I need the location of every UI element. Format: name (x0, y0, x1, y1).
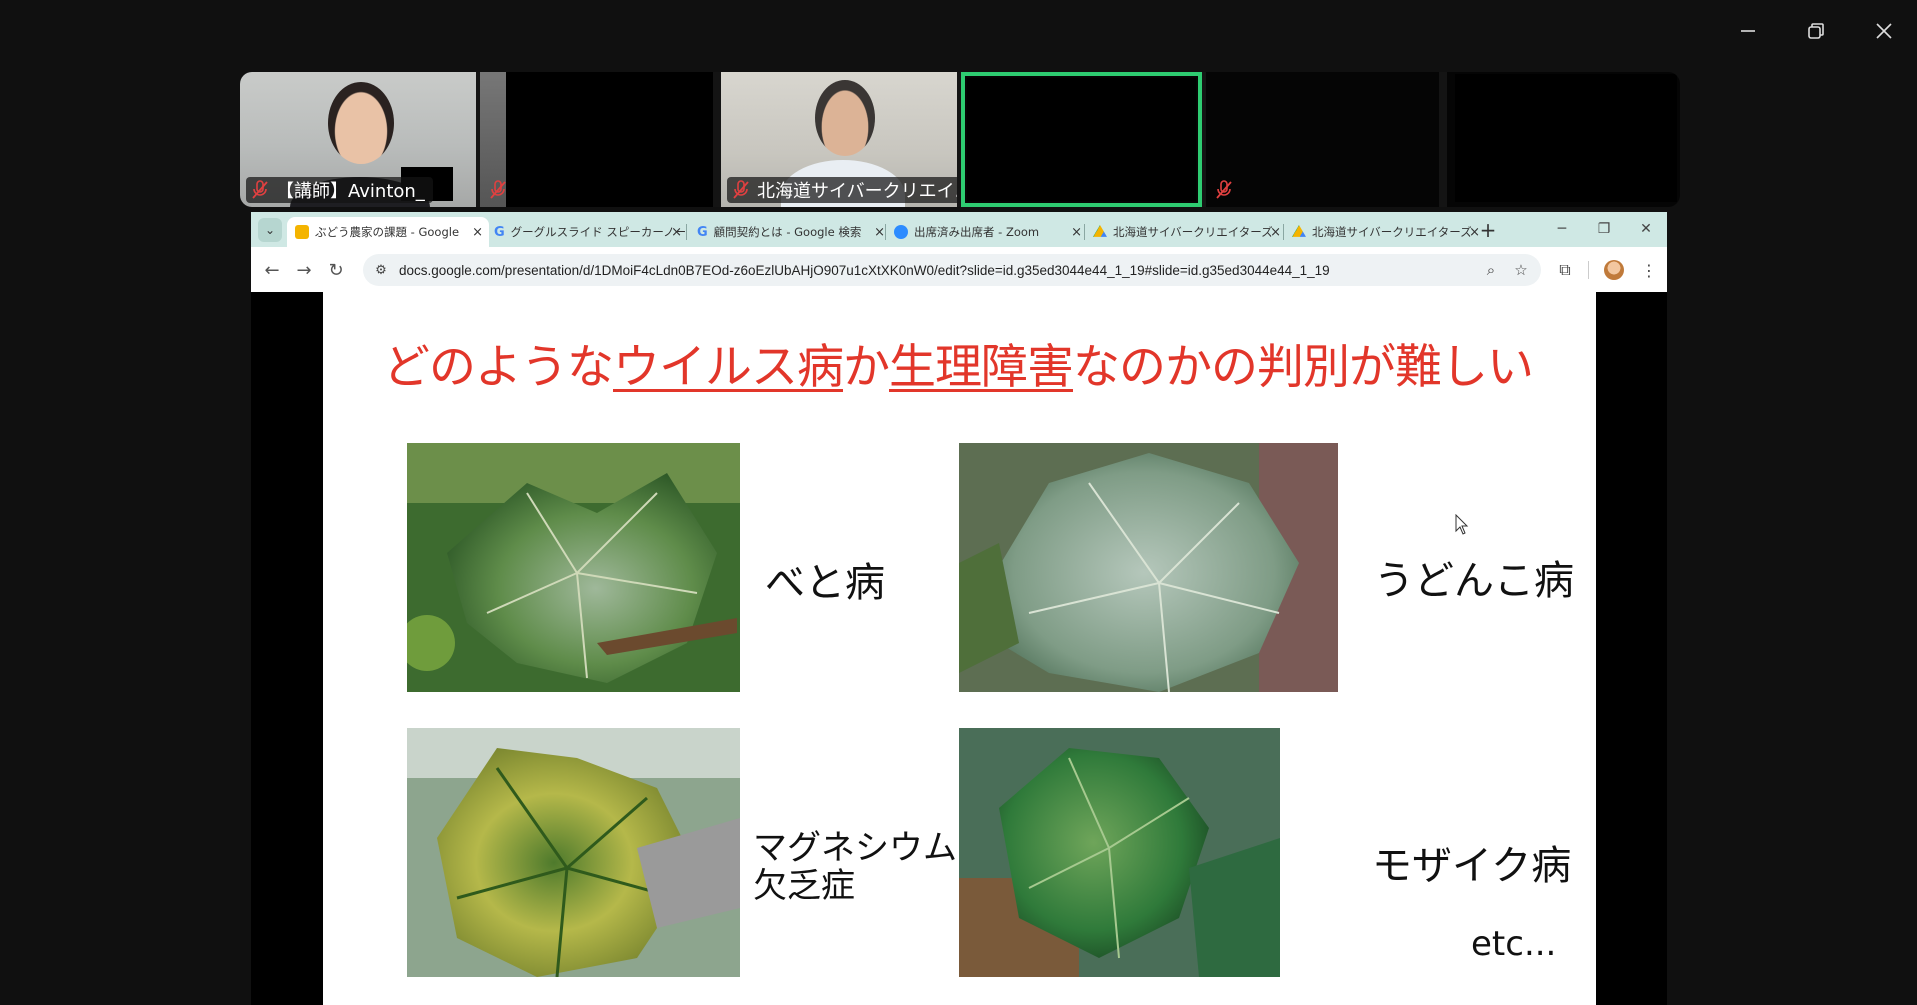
slide: どのようなウイルス病か生理障害なのかの判別が難しい べと病 うどんこ病 マグネシ… (323, 292, 1596, 1005)
window-restore-button[interactable] (1796, 14, 1836, 48)
tab-title: ぶどう農家の課題 - Google (315, 225, 460, 239)
browser-menu-button[interactable]: ⋮ (1636, 257, 1662, 283)
participant-tile[interactable]: 北海道サイバークリエイ... (721, 72, 957, 207)
title-part: なのかの判別が難しい (1073, 340, 1534, 395)
minimize-icon (1741, 30, 1755, 32)
address-bar[interactable]: ⚙ docs.google.com/presentation/d/1DMoiF4… (363, 254, 1541, 286)
mosaic-disease-photo (959, 728, 1280, 977)
participant-tile[interactable] (1447, 72, 1680, 207)
arrow-left-icon: ← (264, 259, 280, 281)
participant-name: 【講師】Avinton_ (276, 181, 425, 202)
tab-search-button[interactable]: ⌄ (258, 218, 282, 242)
kebab-menu-icon: ⋮ (1641, 260, 1657, 280)
tab-google-search[interactable]: G 顧問契約とは - Google 検索 × (689, 217, 891, 247)
title-part-underlined: 生理障害 (889, 340, 1074, 395)
tab-bar: ⌄ ぶどう農家の課題 - Google × G グーグルスライド スピーカーノー… (251, 212, 1667, 247)
tab-title: 顧問契約とは - Google 検索 (713, 225, 862, 239)
title-part-underlined: ウイルス病 (613, 340, 844, 395)
tab-title: グーグルスライド スピーカーノート (510, 225, 688, 239)
participant-video (1455, 74, 1677, 202)
participant-video (967, 78, 1196, 201)
restore-icon (1808, 23, 1824, 39)
tab-drive-1[interactable]: 北海道サイバークリエイターズ × (1085, 217, 1287, 247)
title-part: か (843, 340, 890, 395)
back-button[interactable]: ← (259, 257, 285, 283)
close-icon: ✕ (1640, 221, 1652, 237)
browser-close-button[interactable]: ✕ (1631, 216, 1661, 242)
drive-icon (1093, 225, 1107, 237)
window-close-button[interactable] (1864, 14, 1904, 48)
label-downy-mildew: べと病 (765, 560, 885, 606)
tab-close-icon[interactable]: × (874, 225, 885, 240)
tab-close-icon[interactable]: × (472, 225, 483, 240)
reload-button[interactable]: ↻ (323, 257, 349, 283)
url-text[interactable]: docs.google.com/presentation/d/1DMoiF4cL… (399, 263, 1330, 278)
label-line: マグネシウム (753, 828, 957, 868)
title-part: どのような (383, 340, 614, 395)
browser-restore-button[interactable]: ❐ (1589, 216, 1619, 242)
tab-title: 出席済み出席者 - Zoom (914, 225, 1040, 239)
participant-head (815, 80, 875, 156)
minimize-icon: ─ (1557, 221, 1567, 237)
drive-icon (1292, 225, 1306, 237)
google-icon: G (494, 225, 505, 240)
participant-tile[interactable] (480, 72, 713, 207)
chevron-down-icon: ⌄ (264, 223, 276, 237)
tab-separator (686, 224, 687, 240)
reload-icon: ↻ (328, 259, 344, 281)
extensions-button[interactable]: ⧉ (1552, 257, 1578, 283)
downy-mildew-photo (407, 443, 740, 692)
participant-tile-active-speaker[interactable] (961, 72, 1202, 207)
label-powdery-mildew: うどんこ病 (1374, 558, 1574, 604)
participant-name-tag: 北海道サイバークリエイ... (727, 177, 957, 203)
restore-icon: ❐ (1597, 221, 1611, 237)
powdery-mildew-photo (959, 443, 1338, 692)
tab-title: 北海道サイバークリエイターズ (1113, 225, 1273, 239)
mic-muted-icon (1216, 180, 1232, 199)
participant-tile[interactable]: 【講師】Avinton_ (240, 72, 476, 207)
mouse-cursor-icon (1455, 514, 1469, 535)
google-icon: G (697, 225, 708, 240)
tab-slides[interactable]: ぶどう農家の課題 - Google × (287, 217, 489, 247)
browser-toolbar: ← → ↻ ⚙ docs.google.com/presentation/d/1… (251, 247, 1667, 293)
mic-muted-icon (733, 180, 749, 199)
zoom-icon (894, 225, 908, 239)
tab-close-icon[interactable]: × (1270, 225, 1281, 240)
participant-tile[interactable] (1206, 72, 1439, 207)
mic-muted-icon (490, 180, 506, 199)
window-minimize-button[interactable] (1728, 14, 1768, 48)
label-etc: etc... (1471, 924, 1557, 964)
tab-close-icon[interactable]: × (1071, 225, 1082, 240)
participant-head (328, 82, 394, 164)
close-icon (1876, 23, 1892, 39)
forward-button[interactable]: → (291, 257, 317, 283)
tab-close-icon[interactable]: × (671, 225, 682, 240)
label-magnesium-deficiency: マグネシウム 欠乏症 (753, 829, 957, 905)
zoom-lens-icon[interactable]: ⌕ (1479, 258, 1503, 282)
slide-title: どのようなウイルス病か生理障害なのかの判別が難しい (383, 328, 1534, 397)
puzzle-icon: ⧉ (1559, 260, 1571, 279)
tab-drive-2[interactable]: 北海道サイバークリエイターズ × (1284, 217, 1486, 247)
mic-muted-icon (252, 180, 268, 199)
tab-title: 北海道サイバークリエイターズ (1312, 225, 1472, 239)
magnesium-deficiency-photo (407, 728, 740, 977)
arrow-right-icon: → (296, 259, 312, 281)
bookmark-star-icon[interactable]: ☆ (1509, 258, 1533, 282)
participant-name: 北海道サイバークリエイ... (757, 181, 957, 202)
participant-name-tag: 【講師】Avinton_ (246, 177, 433, 203)
new-tab-button[interactable]: + (1475, 217, 1501, 243)
label-mosaic-disease: モザイク病 (1372, 843, 1572, 889)
participant-strip: 【講師】Avinton_ 北海道サイバークリエイ... (240, 72, 1680, 207)
tab-google-speaker-notes[interactable]: G グーグルスライド スピーカーノート × (488, 217, 688, 247)
slides-icon (295, 225, 309, 239)
profile-avatar[interactable] (1604, 260, 1624, 280)
plus-icon: + (1479, 218, 1497, 242)
toolbar-divider (1588, 261, 1589, 279)
tab-zoom[interactable]: 出席済み出席者 - Zoom × (886, 217, 1088, 247)
browser-minimize-button[interactable]: ─ (1547, 216, 1577, 242)
browser-window: ⌄ ぶどう農家の課題 - Google × G グーグルスライド スピーカーノー… (251, 212, 1667, 293)
site-info-icon[interactable]: ⚙ (369, 258, 393, 282)
label-line: 欠乏症 (753, 866, 855, 906)
